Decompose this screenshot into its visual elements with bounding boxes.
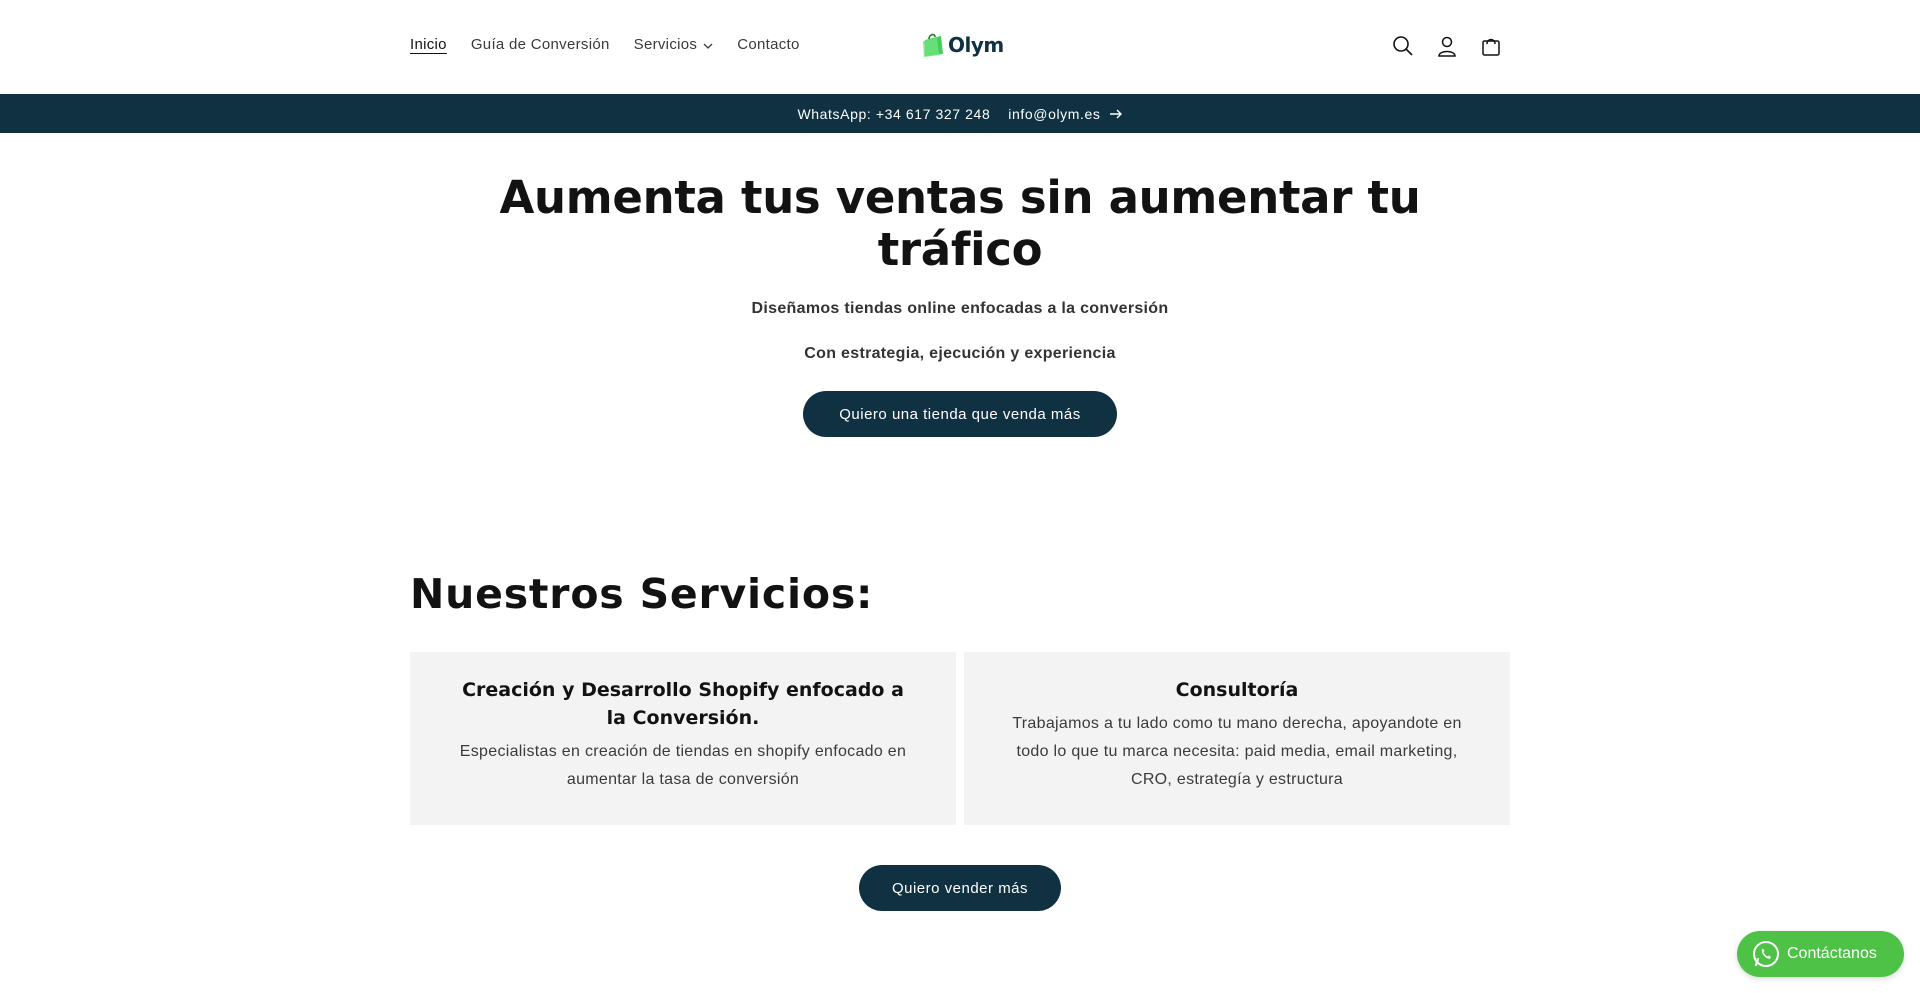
service-card-title: Creación y Desarrollo Shopify enfocado a…	[462, 679, 904, 729]
account-icon[interactable]	[1434, 33, 1460, 59]
whatsapp-label: Contáctanos	[1787, 945, 1877, 962]
whatsapp-contact-button[interactable]: Contáctanos	[1737, 931, 1904, 977]
services-cta-button[interactable]: Quiero vender más	[859, 865, 1061, 911]
cart-icon[interactable]	[1478, 33, 1504, 59]
nav-item-contacto[interactable]: Contacto	[737, 36, 799, 53]
service-card-text: Especialistas en creación de tiendas en …	[459, 743, 907, 788]
header-icons	[1390, 33, 1522, 59]
hero-subtitle-2: Con estrategia, ejecución y experiencia	[804, 345, 1116, 362]
service-card-consultoria: Consultoría Trabajamos a tu lado como tu…	[964, 652, 1510, 825]
services-title: Nuestros Servicios:	[410, 570, 874, 618]
announcement-bar[interactable]: WhatsApp: +34 617 327 248 info@olym.es	[0, 94, 1920, 133]
site-logo[interactable]: Olym	[922, 32, 1004, 58]
main-nav: Inicio Guía de Conversión Servicios Cont…	[410, 36, 824, 53]
service-card-shopify: Creación y Desarrollo Shopify enfocado a…	[410, 652, 956, 825]
logo-text: Olym	[948, 33, 1004, 57]
hero-cta-button[interactable]: Quiero una tienda que venda más	[803, 391, 1117, 437]
nav-item-servicios[interactable]: Servicios	[634, 36, 714, 53]
whatsapp-icon	[1751, 939, 1781, 969]
nav-item-servicios-label: Servicios	[633, 36, 698, 53]
chevron-down-icon	[703, 36, 713, 53]
arrow-right-icon	[1109, 109, 1123, 119]
announcement-text: WhatsApp: +34 617 327 248 info@olym.es	[797, 105, 1101, 122]
hero-subtitle-1: Diseñamos tiendas online enfocadas a la …	[751, 300, 1169, 317]
site-header: Inicio Guía de Conversión Servicios Cont…	[0, 0, 1920, 94]
nav-item-inicio[interactable]: Inicio	[410, 36, 447, 53]
service-card-text: Trabajamos a tu lado como tu mano derech…	[1012, 715, 1462, 788]
nav-item-guia-conversion[interactable]: Guía de Conversión	[471, 36, 610, 53]
hero-title: Aumenta tus ventas sin aumentar tu tráfi…	[499, 171, 1421, 276]
search-icon[interactable]	[1390, 33, 1416, 59]
service-card-title: Consultoría	[1175, 679, 1299, 701]
shopping-bag-logo-icon	[922, 32, 944, 58]
